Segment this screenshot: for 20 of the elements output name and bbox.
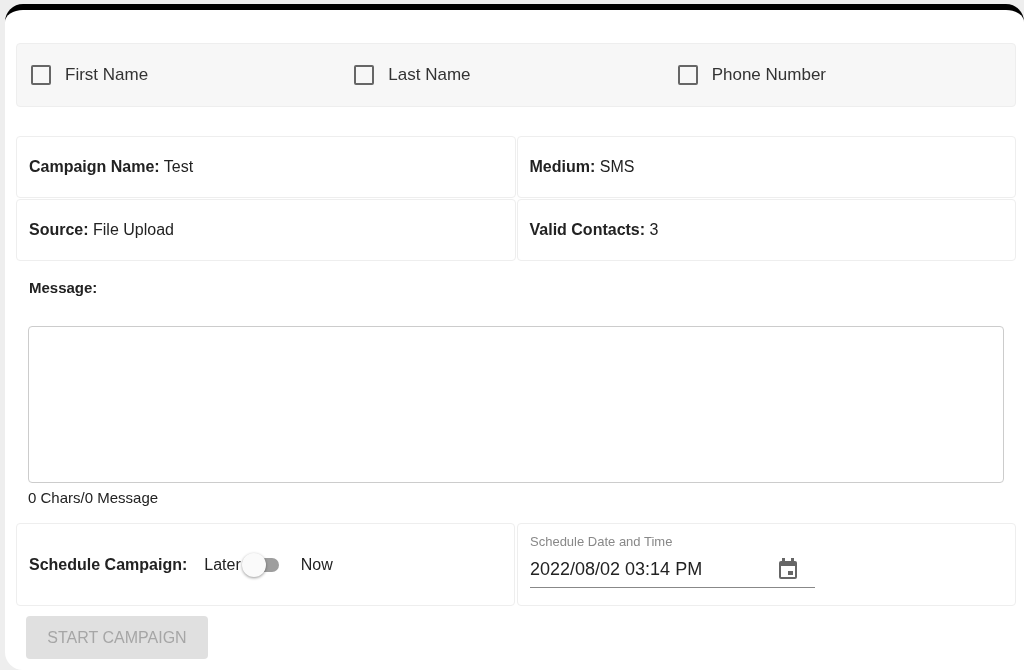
detail-text: Valid Contacts: 3 — [529, 220, 659, 240]
detail-text: Campaign Name: Test — [29, 157, 194, 177]
date-time-field[interactable]: 2022/08/02 03:14 PM — [530, 555, 760, 583]
checkbox-label: Last Name — [388, 64, 471, 87]
checkbox-label: First Name — [65, 64, 149, 87]
calendar-icon[interactable] — [777, 557, 799, 581]
message-field[interactable] — [28, 325, 1004, 483]
toggle-switch[interactable] — [240, 551, 281, 578]
date-time-label: Schedule Date and Time — [530, 533, 674, 551]
checkbox[interactable] — [354, 65, 375, 85]
message-label: Message: — [29, 278, 99, 298]
schedule-label: Schedule Campaign: — [29, 554, 188, 575]
checkbox[interactable] — [31, 65, 51, 85]
character-counter: 0 Chars/0 Message — [28, 487, 160, 508]
now-label: Now — [300, 554, 333, 575]
checkbox[interactable] — [677, 65, 698, 85]
detail-text: Source: File Upload — [29, 220, 174, 240]
checkbox-label: Phone Number — [711, 64, 826, 87]
detail-text: Medium: SMS — [529, 157, 635, 177]
later-label: Later — [204, 554, 241, 575]
